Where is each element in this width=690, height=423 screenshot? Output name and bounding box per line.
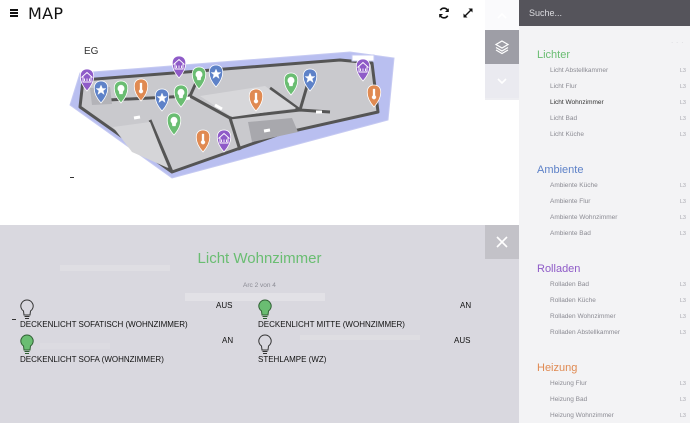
sidebar-scroll-hint: · · ·: [671, 40, 684, 46]
light-state-toggle[interactable]: AN: [460, 301, 471, 310]
sidebar-item[interactable]: Ambiente Bad L3: [519, 226, 690, 242]
sidebar-group-rolladen: Rolladen Rolladen Bad L3 Rolladen Küche L3 Ro…: [519, 261, 690, 341]
sidebar-item-suffix: L3: [679, 282, 686, 288]
top-bar: MAP: [0, 0, 485, 26]
light-label: DECKENLICHT SOFA (WOHNZIMMER): [20, 355, 164, 364]
light-state-toggle[interactable]: AUS: [454, 336, 470, 345]
sidebar-item-label: Rolladen Bad: [550, 281, 590, 288]
sidebar-item-suffix: L3: [679, 199, 686, 205]
light-label: STEHLAMPE (WZ): [258, 355, 327, 364]
device-detail-panel: Licht Wohnzimmer Arc 2 von 4 DECKENLICHT…: [0, 225, 519, 423]
map-scale-mark: [70, 177, 74, 178]
sidebar-item-label: Heizung Wohnzimmer: [550, 412, 614, 419]
sidebar-item-label: Licht Küche: [550, 131, 584, 138]
search-bar: [519, 0, 690, 26]
bulb-icon: [20, 334, 34, 354]
sidebar-group-heizung: Heizung Heizung Flur L3 Heizung Bad L3 Heizun…: [519, 360, 690, 423]
sidebar-item-suffix: L3: [679, 183, 686, 189]
sidebar-item[interactable]: Licht Bad L3: [519, 111, 690, 127]
sidebar-item-suffix: L3: [679, 84, 686, 90]
light-state-toggle[interactable]: AN: [222, 336, 233, 345]
sidebar-item[interactable]: Heizung Wohnzimmer L3: [519, 408, 690, 423]
light-label: DECKENLICHT SOFATISCH (WOHNZIMMER): [20, 320, 188, 329]
sidebar-item-suffix: L3: [679, 298, 686, 304]
sidebar-item-label: Ambiente Küche: [550, 182, 598, 189]
panel-title: Licht Wohnzimmer: [197, 250, 322, 267]
sidebar-item-label: Licht Bad: [550, 115, 578, 122]
sidebar-item-label: Rolladen Küche: [550, 297, 596, 304]
sidebar-item[interactable]: Licht Abstellkammer L3: [519, 63, 690, 79]
panel-counter: Arc 2 von 4: [243, 282, 276, 289]
sidebar-group-title[interactable]: Rolladen: [519, 261, 690, 277]
hamburger-menu-icon[interactable]: [10, 9, 18, 17]
sidebar-item-suffix: L3: [679, 116, 686, 122]
sidebar-item-label: Licht Abstellkammer: [550, 67, 609, 74]
layers-icon: [494, 40, 510, 55]
chevron-down-icon: [497, 78, 507, 84]
sidebar-item[interactable]: Licht Küche L3: [519, 127, 690, 143]
sidebar-item-suffix: L3: [679, 215, 686, 221]
sidebar-item-label: Rolladen Wohnzimmer: [550, 313, 616, 320]
sidebar-item-suffix: L3: [679, 381, 686, 387]
sidebar-item-label: Licht Wohnzimmer: [550, 99, 604, 106]
sidebar-group-ambiente: Ambiente Ambiente Küche L3 Ambiente Flur L3 A…: [519, 162, 690, 242]
sidebar-item[interactable]: Licht Flur L3: [519, 79, 690, 95]
sidebar-group-title[interactable]: Heizung: [519, 360, 690, 376]
sidebar-item-label: Ambiente Bad: [550, 230, 591, 237]
sidebar-item-suffix: L3: [679, 330, 686, 336]
app-title: MAP: [28, 4, 64, 23]
floor-up-button[interactable]: [485, 0, 519, 32]
floor-plan-map[interactable]: EG: [0, 26, 485, 225]
bulb-icon: [20, 299, 34, 319]
layers-button[interactable]: [485, 30, 519, 64]
sidebar-item-suffix: L3: [679, 231, 686, 237]
sidebar-item[interactable]: Rolladen Abstellkammer L3: [519, 325, 690, 341]
floor-down-button[interactable]: [485, 64, 519, 98]
sidebar-item[interactable]: Ambiente Küche L3: [519, 178, 690, 194]
sidebar-item-label: Rolladen Abstellkammer: [550, 329, 621, 336]
sidebar-item[interactable]: Rolladen Wohnzimmer L3: [519, 309, 690, 325]
sidebar-item-suffix: L3: [679, 132, 686, 138]
sidebar-item-label: Ambiente Wohnzimmer: [550, 214, 618, 221]
light-label: DECKENLICHT MITTE (WOHNZIMMER): [258, 320, 405, 329]
sidebar-group-lichter: Lichter Licht Abstellkammer L3 Licht Flur L3…: [519, 47, 690, 143]
sidebar-item[interactable]: Rolladen Küche L3: [519, 293, 690, 309]
light-state-toggle[interactable]: AUS: [216, 301, 232, 310]
refresh-icon[interactable]: [437, 6, 451, 20]
sidebar-item-suffix: L3: [679, 397, 686, 403]
sidebar-item[interactable]: Ambiente Flur L3: [519, 194, 690, 210]
search-input[interactable]: [529, 0, 679, 26]
sidebar-item[interactable]: Rolladen Bad L3: [519, 277, 690, 293]
floor-label: EG: [84, 46, 99, 57]
fullscreen-icon[interactable]: [461, 6, 475, 20]
sidebar-item[interactable]: Heizung Flur L3: [519, 376, 690, 392]
sidebar-item-suffix: L3: [679, 314, 686, 320]
sidebar-item-label: Heizung Bad: [550, 396, 588, 403]
map-control-column: [485, 0, 519, 100]
sidebar-item-label: Heizung Flur: [550, 380, 587, 387]
sidebar-item[interactable]: Ambiente Wohnzimmer L3: [519, 210, 690, 226]
bulb-icon: [258, 299, 272, 319]
sidebar-item[interactable]: Heizung Bad L3: [519, 392, 690, 408]
sidebar-item-suffix: L3: [679, 413, 686, 419]
close-icon: [496, 236, 508, 248]
panel-mark: [12, 319, 16, 320]
bulb-icon: [258, 334, 272, 354]
sidebar-group-title[interactable]: Ambiente: [519, 162, 690, 178]
sidebar-item-suffix: L3: [679, 68, 686, 74]
floor-plan: [69, 51, 395, 179]
sidebar-item[interactable]: Licht Wohnzimmer L3: [519, 95, 690, 111]
sidebar-group-title[interactable]: Lichter: [519, 47, 690, 63]
chevron-up-icon: [497, 13, 507, 19]
sidebar-item-label: Licht Flur: [550, 83, 577, 90]
sidebar-item-suffix: L3: [679, 100, 686, 106]
sidebar: · · · LichterLicht AbstellkammerL3Licht …: [519, 0, 690, 423]
sidebar-item-label: Ambiente Flur: [550, 198, 591, 205]
